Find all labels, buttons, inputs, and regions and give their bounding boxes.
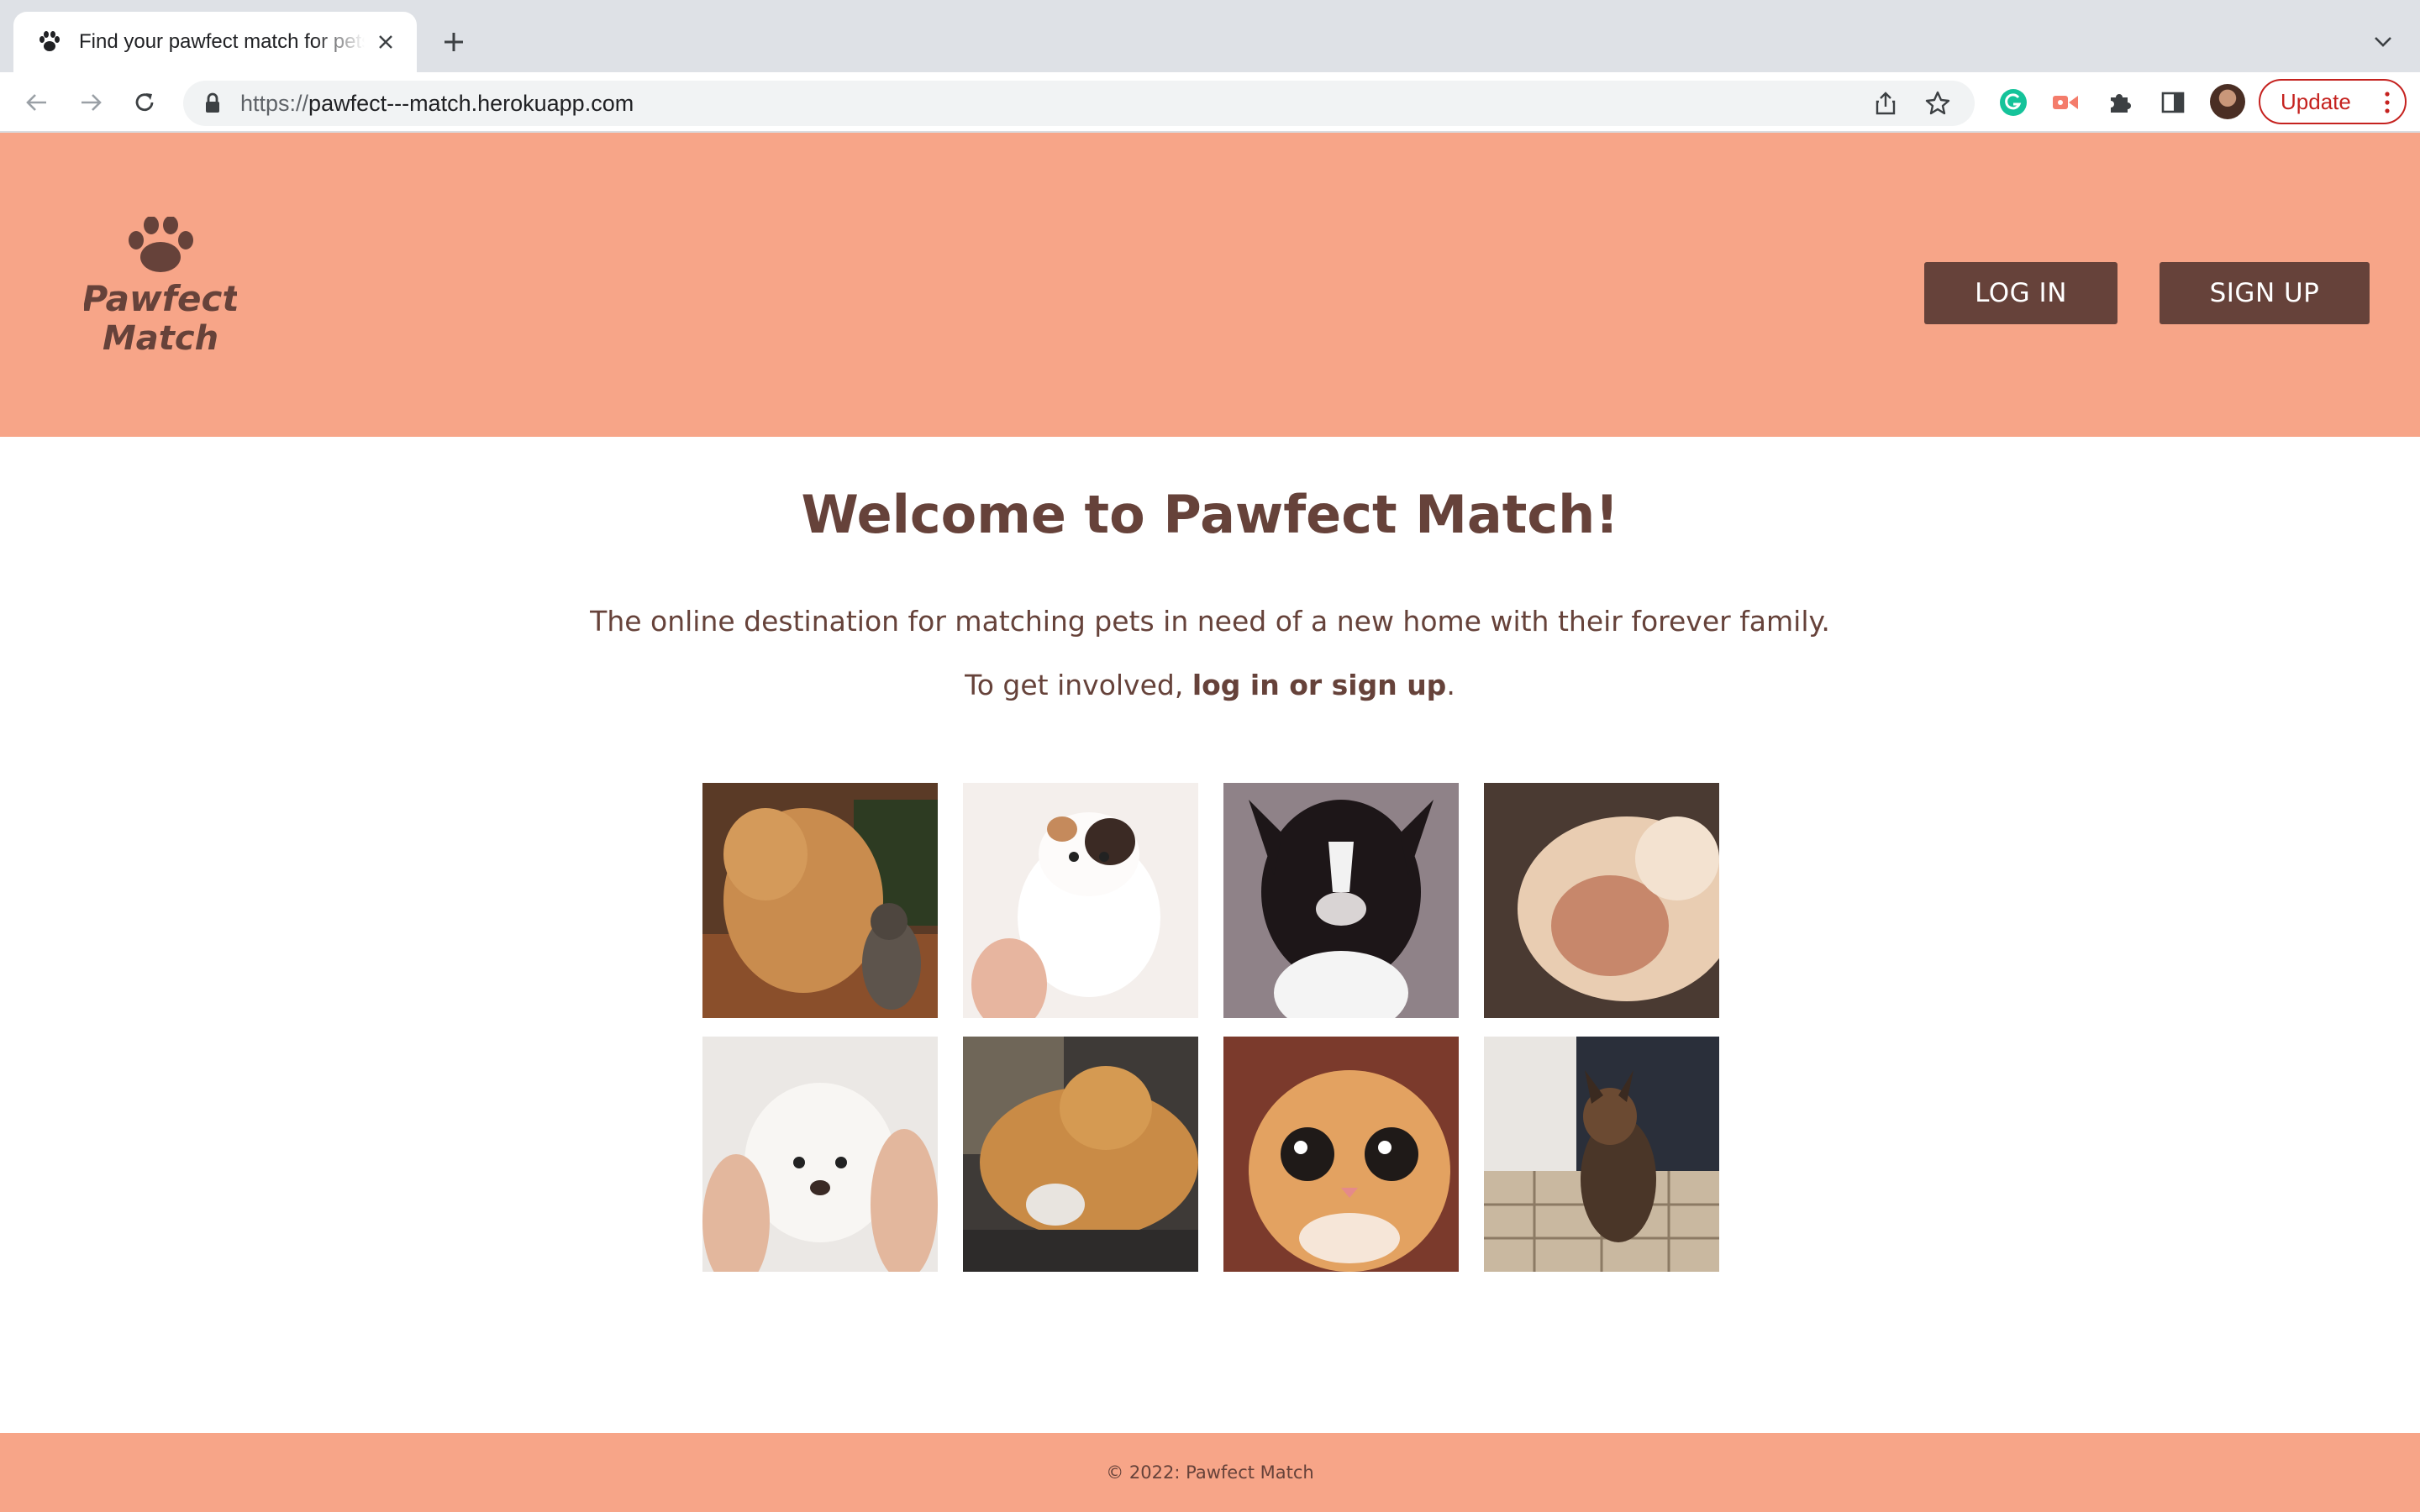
lock-icon[interactable] bbox=[202, 91, 224, 116]
german-shepherd-puppy-gif bbox=[1484, 1037, 1719, 1272]
back-arrow-icon[interactable] bbox=[18, 84, 55, 121]
browser-tab[interactable]: Find your pawfect match for pets bbox=[13, 12, 417, 72]
browser-tabstrip: Find your pawfect match for pets bbox=[0, 0, 2420, 72]
paw-favicon-icon bbox=[35, 28, 64, 56]
tab-title: Find your pawfect match for pets bbox=[79, 30, 365, 54]
close-tab-icon[interactable] bbox=[371, 28, 400, 56]
white-puppy-gif bbox=[702, 1037, 938, 1272]
url-host: pawfect---match.herokuapp.com bbox=[308, 90, 634, 116]
signup-button[interactable]: SIGN UP bbox=[2160, 262, 2370, 324]
more-vertical-icon[interactable] bbox=[2385, 92, 2390, 113]
calico-kitten-gif bbox=[963, 783, 1198, 1018]
involve-prefix: To get involved, bbox=[965, 669, 1192, 701]
site-footer: © 2022: Pawfect Match bbox=[0, 1433, 2420, 1512]
login-button[interactable]: LOG IN bbox=[1924, 262, 2118, 324]
orange-cat-closeup-gif bbox=[1223, 1037, 1459, 1272]
copyright-text: © 2022: Pawfect Match bbox=[1106, 1462, 1314, 1483]
url-text: https://pawfect---match.herokuapp.com bbox=[240, 91, 1850, 117]
logo-text-line1: Pawfect bbox=[84, 278, 237, 319]
update-label: Update bbox=[2281, 88, 2351, 114]
pawfect-match-logo[interactable]: Pawfect Match bbox=[82, 216, 240, 360]
blurry-cat-gif bbox=[1484, 783, 1719, 1018]
reload-icon[interactable] bbox=[126, 84, 163, 121]
pet-gif-gallery bbox=[702, 783, 1719, 1272]
new-tab-icon[interactable] bbox=[437, 25, 471, 59]
screen-recorder-extension-icon[interactable] bbox=[2049, 86, 2082, 119]
golden-retriever-lying-gif bbox=[963, 1037, 1198, 1272]
browser-toolbar: https://pawfect---match.herokuapp.com bbox=[0, 72, 2420, 133]
logo-text-line2: Match bbox=[103, 319, 218, 358]
side-panel-icon[interactable] bbox=[2156, 86, 2190, 119]
address-bar[interactable]: https://pawfect---match.herokuapp.com bbox=[183, 81, 1975, 126]
update-button[interactable]: Update bbox=[2259, 79, 2407, 124]
black-white-dog-gif bbox=[1223, 783, 1459, 1018]
page-title: Welcome to Pawfect Match! bbox=[801, 484, 1619, 545]
bookmark-star-icon[interactable] bbox=[1921, 87, 1954, 120]
site-header: Pawfect Match LOG IN SIGN UP bbox=[0, 133, 2420, 437]
tagline: The online destination for matching pets… bbox=[590, 605, 1830, 638]
grammarly-extension-icon[interactable] bbox=[1996, 86, 2030, 119]
main-content: Welcome to Pawfect Match! The online des… bbox=[0, 437, 2420, 1433]
get-involved-text: To get involved, log in or sign up. bbox=[0, 669, 2420, 701]
involve-suffix: . bbox=[1446, 669, 1455, 701]
profile-avatar[interactable] bbox=[2210, 84, 2245, 119]
login-signup-link[interactable]: log in or sign up bbox=[1192, 669, 1447, 701]
golden-retriever-with-kitten-gif bbox=[702, 783, 938, 1018]
forward-arrow-icon[interactable] bbox=[72, 84, 109, 121]
share-icon[interactable] bbox=[1869, 87, 1902, 120]
extensions-puzzle-icon[interactable] bbox=[2102, 86, 2136, 119]
url-scheme: https:// bbox=[240, 90, 309, 116]
chevron-down-icon[interactable] bbox=[2368, 27, 2398, 57]
